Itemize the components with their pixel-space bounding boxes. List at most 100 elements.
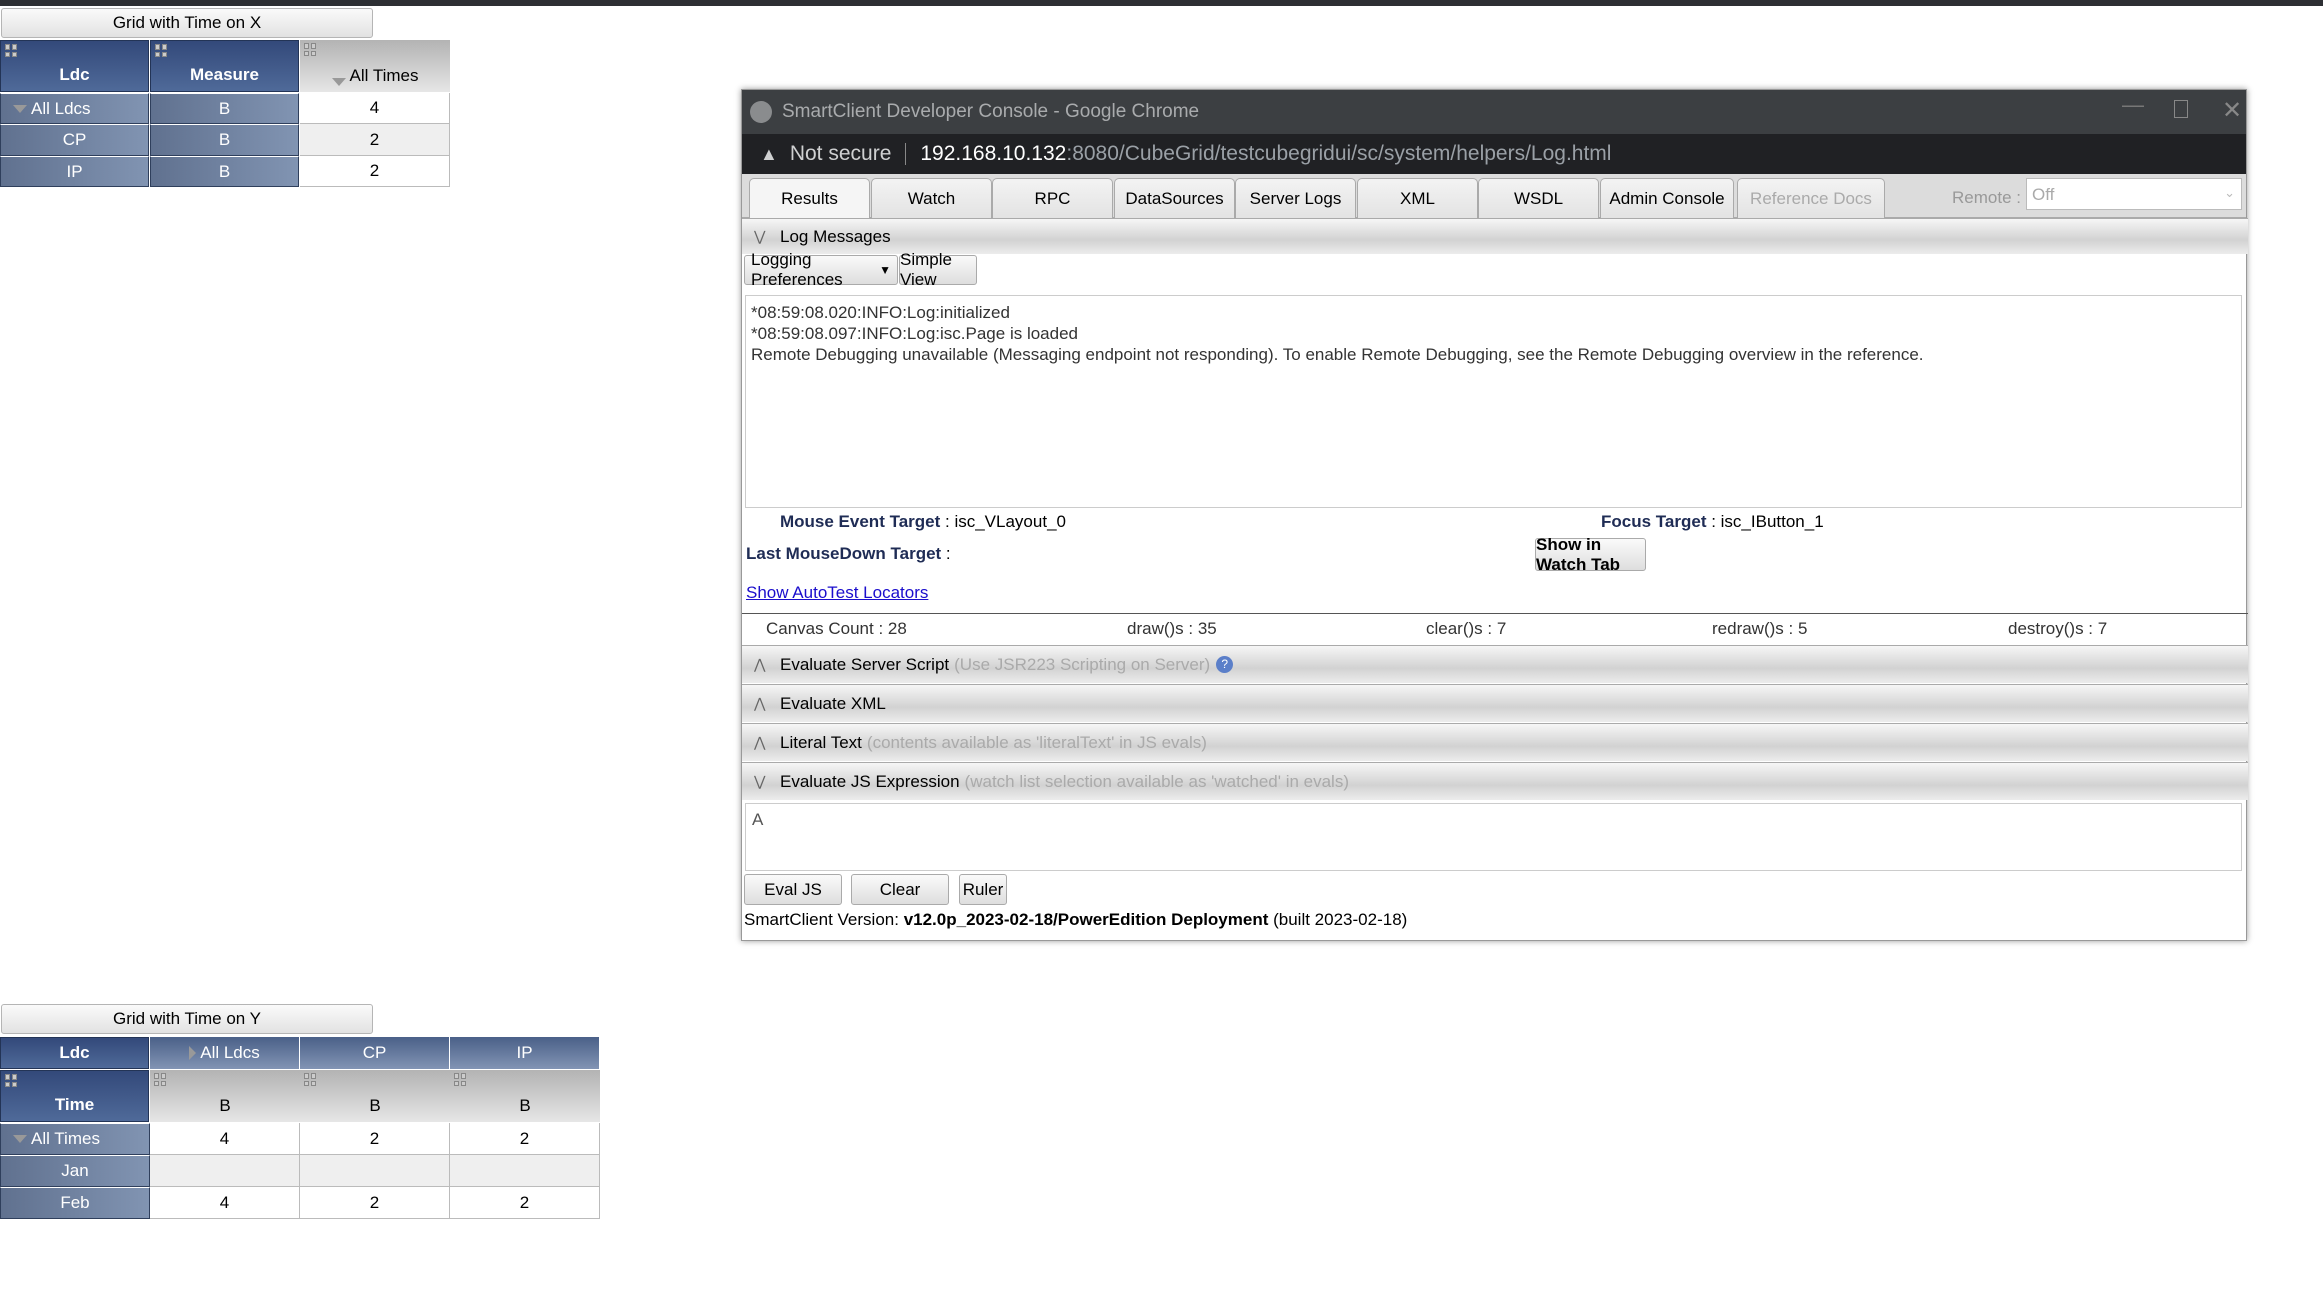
canvas-count: Canvas Count : 28 (766, 619, 907, 638)
grid-time-on-x-button[interactable]: Grid with Time on X (1, 8, 373, 38)
remote-select[interactable]: Off ⌄ (2026, 178, 2242, 210)
section-hint: (Use JSR223 Scripting on Server) (954, 654, 1211, 674)
version-label: SmartClient Version: (744, 910, 904, 929)
tab-xml[interactable]: XML (1357, 178, 1478, 218)
tab-watch[interactable]: Watch (871, 178, 992, 218)
tab-rpc[interactable]: RPC (992, 178, 1113, 218)
data-cell[interactable] (300, 1155, 450, 1187)
literal-text-header[interactable]: ⋀ Literal Text (contents available as 'lit… (742, 723, 2248, 761)
data-cell[interactable]: 4 (150, 1123, 300, 1155)
row-header-ip[interactable]: IP (0, 156, 149, 187)
row-header-cp[interactable]: CP (0, 124, 149, 156)
show-autotest-locators-link[interactable]: Show AutoTest Locators (746, 583, 928, 603)
measure-header[interactable]: Measure (150, 40, 299, 92)
ldc-corner-header[interactable]: Ldc (0, 1037, 149, 1069)
focus-target: Focus Target : isc_IButton_1 (1601, 512, 1824, 531)
col-header-all-ldcs[interactable]: All Ldcs (150, 1037, 300, 1069)
grip-icon[interactable] (154, 1073, 167, 1086)
collapse-icon[interactable] (13, 1135, 27, 1143)
grip-icon[interactable] (304, 43, 317, 56)
header-label: Ldc (59, 65, 90, 84)
data-cell[interactable]: 4 (300, 93, 450, 124)
js-expression-input[interactable]: A (745, 803, 2242, 871)
grip-icon[interactable] (5, 1074, 18, 1087)
address-bar[interactable]: ▲ Not secure 192.168.10.132:8080/CubeGri… (742, 134, 2246, 174)
tab-server-logs[interactable]: Server Logs (1235, 178, 1356, 218)
grid-time-on-y-button[interactable]: Grid with Time on Y (1, 1004, 373, 1034)
data-cell[interactable]: 2 (300, 156, 450, 187)
data-cell[interactable]: 2 (450, 1187, 600, 1219)
tab-admin-console[interactable]: Admin Console (1600, 178, 1734, 218)
clear-count: clear()s : 7 (1426, 619, 1507, 638)
maximize-icon[interactable] (2174, 100, 2188, 118)
collapse-icon[interactable] (13, 104, 27, 113)
version-built: (built 2023-02-18) (1268, 910, 1408, 929)
eval-js-button[interactable]: Eval JS (744, 874, 842, 905)
evaluate-js-expression-header[interactable]: ⋁ Evaluate JS Expression (watch list selec… (742, 762, 2248, 800)
col-header-cp[interactable]: CP (300, 1037, 450, 1069)
log-messages-header[interactable]: ⋁ Log Messages (742, 218, 2248, 254)
col-label: All Ldcs (200, 1043, 260, 1062)
measure-header[interactable]: B (300, 1070, 450, 1122)
grip-icon[interactable] (454, 1073, 467, 1086)
tab-bar: Results Watch RPC DataSources Server Log… (742, 174, 2246, 218)
row-header-all-times[interactable]: All Times (0, 1123, 150, 1155)
measure-cell: B (150, 124, 299, 156)
data-cell[interactable] (450, 1155, 600, 1187)
close-icon[interactable]: ✕ (2222, 96, 2242, 125)
header-label: All Times (349, 66, 419, 85)
chevron-down-icon: ⌄ (2224, 185, 2235, 200)
tab-results[interactable]: Results (749, 178, 870, 218)
tab-wsdl[interactable]: WSDL (1478, 178, 1599, 218)
header-label: Measure (190, 65, 259, 84)
time-header[interactable]: Time (0, 1070, 149, 1122)
all-times-header[interactable]: All Times (300, 40, 450, 92)
url-path: :8080/CubeGrid/testcubegridui/sc/system/… (1066, 142, 1612, 165)
last-mousedown-target: Last MouseDown Target : (746, 544, 951, 563)
grip-icon[interactable] (304, 1073, 317, 1086)
log-output[interactable]: *08:59:08.020:INFO:Log:initialized *08:5… (745, 295, 2242, 508)
col-header-ip[interactable]: IP (450, 1037, 600, 1069)
data-cell[interactable]: 4 (150, 1187, 300, 1219)
show-in-watch-tab-button[interactable]: Show in Watch Tab (1535, 535, 1646, 574)
row-header-feb[interactable]: Feb (0, 1187, 150, 1219)
redraw-count: redraw()s : 5 (1712, 619, 1808, 638)
window-title-bar[interactable]: SmartClient Developer Console - Google C… (742, 90, 2246, 134)
chevron-down-icon: ⋁ (754, 773, 766, 789)
data-cell[interactable]: 2 (300, 1187, 450, 1219)
evaluate-server-script-header[interactable]: ⋀ Evaluate Server Script (Use JSR223 Scrip… (742, 645, 2248, 683)
row-label: All Ldcs (31, 98, 91, 118)
section-title: Log Messages (780, 226, 891, 246)
measure-header[interactable]: B (450, 1070, 600, 1122)
data-cell[interactable]: 2 (300, 1123, 450, 1155)
grip-icon[interactable] (5, 44, 18, 57)
header-label: B (369, 1096, 381, 1115)
measure-header[interactable]: B (150, 1070, 300, 1122)
help-icon[interactable]: ? (1216, 656, 1234, 673)
tab-datasources[interactable]: DataSources (1114, 178, 1235, 218)
grip-icon[interactable] (155, 44, 168, 57)
ruler-button[interactable]: Ruler (959, 874, 1007, 905)
log-line: *08:59:08.097:INFO:Log:isc.Page is loade… (751, 324, 1078, 343)
header-label: B (519, 1096, 531, 1115)
security-indicator[interactable]: Not secure (790, 142, 892, 166)
simple-view-button[interactable]: Simple View (899, 250, 977, 289)
clear-button[interactable]: Clear (851, 874, 949, 905)
chevron-up-icon: ⋀ (754, 695, 766, 711)
row-header-all-ldcs[interactable]: All Ldcs (0, 93, 149, 124)
section-hint: (watch list selection available as 'watc… (964, 771, 1349, 791)
tab-reference-docs[interactable]: Reference Docs (1737, 178, 1885, 218)
data-cell[interactable]: 2 (300, 124, 450, 156)
destroy-count: destroy()s : 7 (2008, 619, 2108, 638)
evaluate-xml-header[interactable]: ⋀ Evaluate XML (742, 684, 2248, 722)
ldc-header[interactable]: Ldc (0, 40, 149, 92)
expand-icon[interactable] (189, 1046, 197, 1060)
logging-preferences-menu[interactable]: Logging Preferences ▼ (744, 250, 898, 289)
minimize-icon[interactable]: — (2122, 92, 2144, 118)
warning-icon: ▲ (760, 143, 778, 164)
window-title: SmartClient Developer Console - Google C… (782, 101, 1200, 122)
data-cell[interactable]: 2 (450, 1123, 600, 1155)
row-header-jan[interactable]: Jan (0, 1155, 150, 1187)
expand-icon[interactable] (331, 78, 346, 86)
data-cell[interactable] (150, 1155, 300, 1187)
